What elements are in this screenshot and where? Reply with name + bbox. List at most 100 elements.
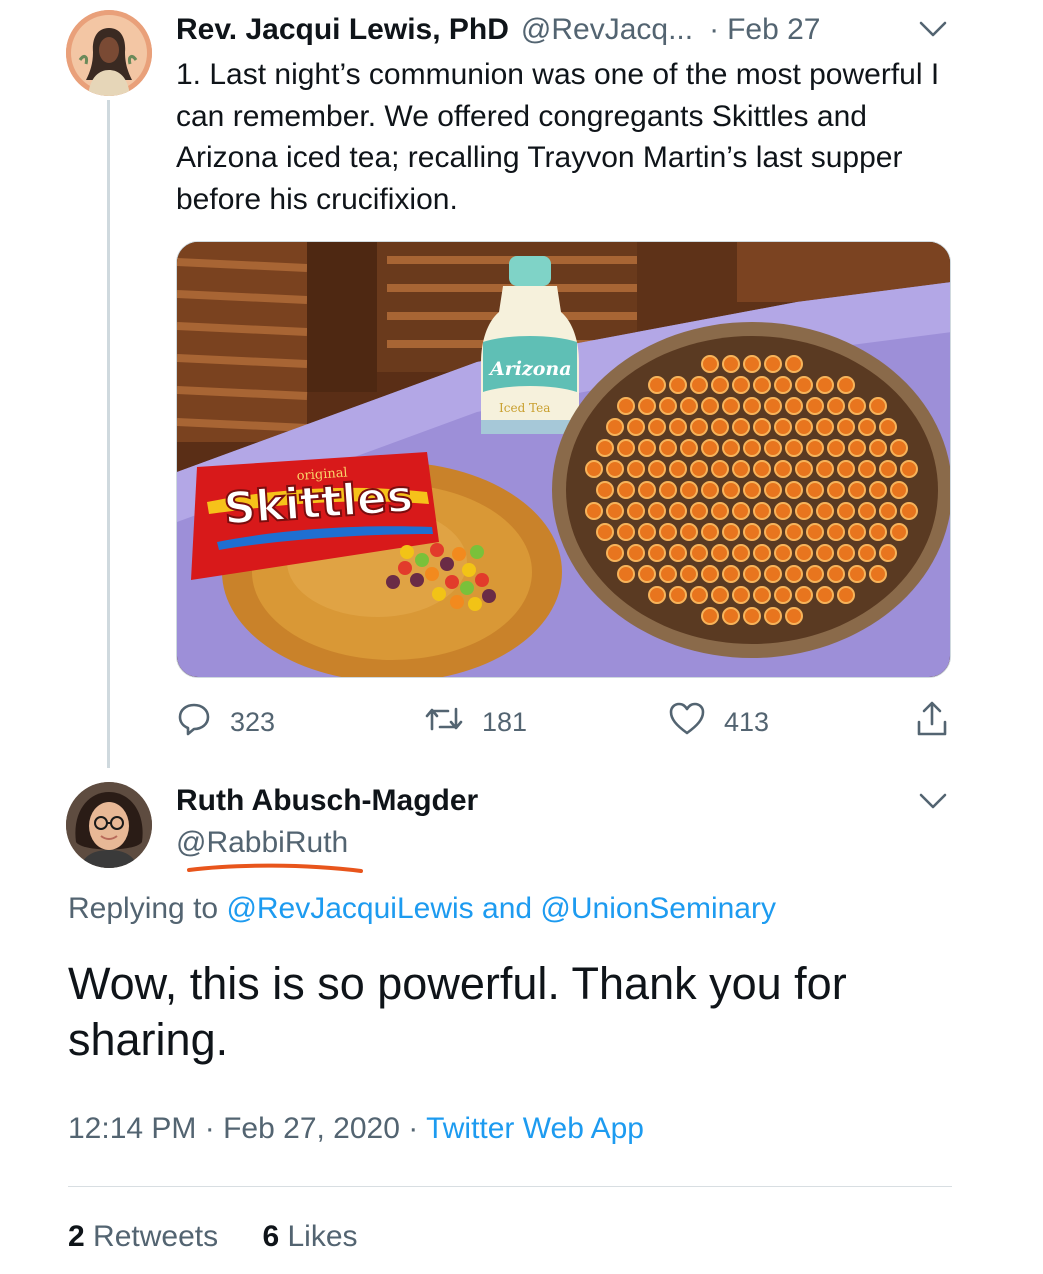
communion-cup: [806, 397, 824, 415]
reply-count: 323: [230, 706, 276, 737]
reply-button[interactable]: 323: [176, 700, 275, 744]
communion-cup: [785, 607, 803, 625]
communion-cup: [795, 418, 813, 436]
communion-cup: [785, 355, 803, 373]
communion-cup: [648, 460, 666, 478]
retweets-stat[interactable]: 2 Retweets: [68, 1220, 218, 1253]
meta-separator: ·: [408, 1112, 419, 1145]
communion-cup: [858, 544, 876, 562]
communion-cup: [774, 544, 792, 562]
communion-cup: [690, 418, 708, 436]
replying-user-link[interactable]: @RevJacquiLewis: [226, 892, 473, 925]
communion-cup: [669, 418, 687, 436]
communion-cup: [659, 397, 677, 415]
author-handle[interactable]: @RevJacq...: [521, 13, 693, 47]
communion-cup: [669, 502, 687, 520]
replying-user-link[interactable]: @UnionSeminary: [540, 892, 776, 925]
reply-source[interactable]: Twitter Web App: [426, 1112, 644, 1145]
communion-cup: [701, 355, 719, 373]
share-button[interactable]: [914, 700, 968, 744]
communion-cup: [858, 418, 876, 436]
communion-cup: [732, 502, 750, 520]
communion-cup: [879, 460, 897, 478]
communion-cup: [869, 523, 887, 541]
retweets-count: 2: [68, 1220, 85, 1253]
communion-cup: [774, 502, 792, 520]
likes-label: Likes: [287, 1220, 358, 1253]
communion-cup: [743, 523, 761, 541]
communion-cup: [701, 439, 719, 457]
communion-cup: [785, 523, 803, 541]
communion-cup: [890, 439, 908, 457]
share-icon: [914, 700, 968, 745]
communion-cup: [680, 481, 698, 499]
chevron-down-icon[interactable]: [916, 784, 950, 818]
communion-cup: [848, 439, 866, 457]
communion-cup: [648, 418, 666, 436]
chevron-down-icon[interactable]: [916, 12, 950, 46]
communion-cup: [848, 481, 866, 499]
communion-cup: [806, 481, 824, 499]
communion-cup: [638, 397, 656, 415]
communion-cup: [648, 502, 666, 520]
tweet-actions: 323 181 413: [176, 700, 966, 744]
reply-time[interactable]: 12:14 PM: [68, 1112, 196, 1145]
communion-cup: [722, 565, 740, 583]
communion-cup: [837, 376, 855, 394]
communion-cup: [848, 565, 866, 583]
replying-to: Replying to @RevJacquiLewis and @UnionSe…: [68, 892, 776, 926]
reply-author-name[interactable]: Ruth Abusch-Magder: [176, 784, 478, 818]
thread-connector: [107, 100, 110, 768]
likes-stat[interactable]: 6 Likes: [262, 1220, 357, 1253]
communion-cup: [701, 481, 719, 499]
communion-cup: [816, 418, 834, 436]
communion-cup: [627, 544, 645, 562]
communion-cup: [669, 460, 687, 478]
communion-cup: [659, 439, 677, 457]
communion-cup: [659, 481, 677, 499]
communion-cup: [648, 376, 666, 394]
communion-cup: [732, 544, 750, 562]
retweet-icon: [424, 701, 482, 744]
communion-cup: [627, 460, 645, 478]
communion-cup: [879, 502, 897, 520]
reply-date[interactable]: Feb 27, 2020: [223, 1112, 400, 1145]
communion-cup: [785, 439, 803, 457]
communion-cup: [722, 439, 740, 457]
communion-cup: [785, 481, 803, 499]
communion-cup: [680, 397, 698, 415]
communion-cup: [774, 586, 792, 604]
retweet-button[interactable]: 181: [424, 700, 527, 744]
retweets-label: Retweets: [93, 1220, 219, 1253]
communion-cup: [858, 460, 876, 478]
reply-author-avatar[interactable]: [66, 782, 152, 868]
author-name[interactable]: Rev. Jacqui Lewis, PhD: [176, 13, 509, 47]
communion-cup: [753, 586, 771, 604]
communion-cup: [617, 481, 635, 499]
like-count: 413: [724, 706, 770, 737]
communion-cup: [764, 397, 782, 415]
reply-author-handle[interactable]: @RabbiRuth: [176, 826, 348, 860]
tweet-date[interactable]: Feb 27: [727, 13, 820, 47]
retweet-count: 181: [482, 706, 528, 737]
communion-cup: [764, 481, 782, 499]
tweet-photo[interactable]: Skittles original Arizona Iced Tea: [176, 241, 951, 678]
communion-cup: [827, 523, 845, 541]
communion-cup: [816, 586, 834, 604]
communion-cup: [764, 355, 782, 373]
communion-cup: [806, 439, 824, 457]
communion-cup: [816, 376, 834, 394]
reply-icon: [176, 701, 230, 744]
communion-cup: [900, 502, 918, 520]
communion-cup: [753, 418, 771, 436]
author-avatar[interactable]: [66, 10, 152, 96]
communion-cup: [648, 586, 666, 604]
communion-cup: [669, 586, 687, 604]
communion-cup: [879, 418, 897, 436]
like-button[interactable]: 413: [668, 700, 769, 744]
communion-cup: [816, 502, 834, 520]
communion-cup: [890, 481, 908, 499]
communion-cup: [774, 418, 792, 436]
communion-cup: [690, 460, 708, 478]
communion-cup: [827, 439, 845, 457]
